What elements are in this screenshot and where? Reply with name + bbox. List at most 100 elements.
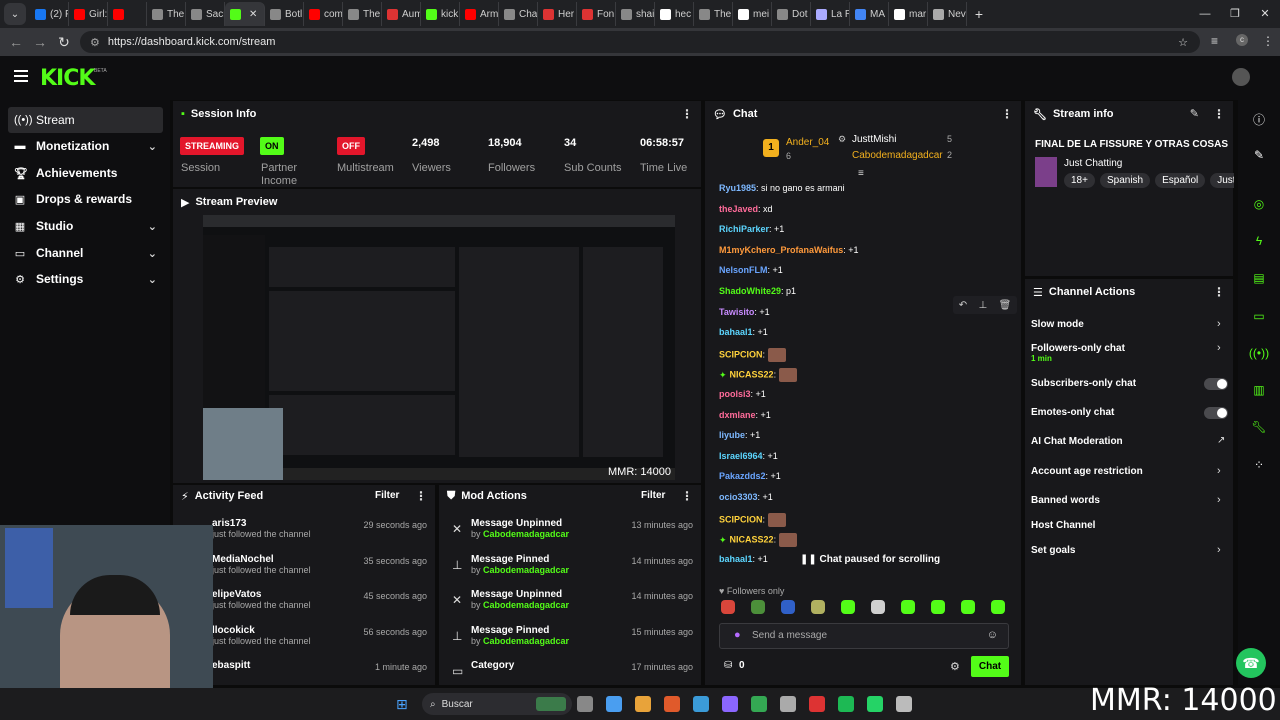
chat-message[interactable]: ocio3303: +1	[719, 492, 773, 502]
browser-tab[interactable]: La R	[811, 2, 850, 26]
chat-username[interactable]: ShadoWhite29	[719, 286, 781, 296]
chat-username[interactable]: Ryu1985	[719, 183, 756, 193]
chat-username[interactable]: theJaved	[719, 204, 758, 214]
chat-message[interactable]: liyube: +1	[719, 430, 760, 440]
chat-message-input[interactable]: ● Send a message ☺	[719, 623, 1009, 649]
channel-action-item[interactable]: Host Channel	[1031, 520, 1095, 531]
channel-action-item[interactable]: Subscribers-only chat	[1031, 378, 1136, 389]
kick-logo[interactable]: KICK	[40, 66, 95, 91]
channel-action-item[interactable]: Banned words	[1031, 495, 1100, 506]
chat-paused-notice[interactable]: ❚❚ Chat paused for scrolling	[800, 554, 940, 565]
chat-message[interactable]: ✦ NICASS22:	[719, 533, 798, 548]
forward-button[interactable]: →	[28, 34, 52, 50]
browser-tab[interactable]: ✕	[225, 2, 265, 26]
browser-tab[interactable]: Dot	[772, 2, 811, 26]
mod-user[interactable]: Cabodemadagadcar	[483, 565, 569, 575]
chat-username[interactable]: dxmlane	[719, 410, 756, 420]
edit-icon[interactable]: ✎	[1190, 107, 1199, 120]
chevron-right-icon[interactable]: ›	[1217, 318, 1221, 330]
leader-name[interactable]: JusttMishi	[852, 134, 896, 145]
chat-message[interactable]: SCIPCION:	[719, 512, 787, 527]
mic-icon[interactable]: ●	[734, 629, 741, 641]
maximize-button[interactable]: ❐	[1220, 0, 1250, 28]
more-options-icon[interactable]: ⋮	[1213, 285, 1225, 299]
browser-tab[interactable]: Arm	[460, 2, 499, 26]
browser-tab[interactable]: The	[343, 2, 382, 26]
browser-tab[interactable]: com	[304, 2, 343, 26]
chat-message[interactable]: SCIPCION:	[719, 347, 787, 362]
chat-username[interactable]: NelsonFLM	[719, 265, 768, 275]
reply-icon[interactable]: ↶	[959, 300, 967, 311]
activity-item[interactable]: elipeVatos just followed the channel 45 se…	[212, 589, 427, 619]
activity-filter-button[interactable]: Filter	[375, 490, 399, 501]
emote-picker-item[interactable]	[871, 600, 885, 614]
chat-username[interactable]: SCIPCION	[719, 514, 763, 524]
layout-icon[interactable]: ▥	[1250, 381, 1268, 399]
mod-user[interactable]: Cabodemadagadcar	[483, 636, 569, 646]
leader-name[interactable]: Cabodemadagadcar	[852, 150, 943, 161]
channel-action-item[interactable]: Slow mode	[1031, 319, 1084, 330]
chat-username[interactable]: poolsi3	[719, 389, 751, 399]
chevron-right-icon[interactable]: ›	[1217, 544, 1221, 556]
channel-action-item[interactable]: Account age restriction	[1031, 466, 1143, 477]
browser-tab[interactable]: shai	[616, 2, 655, 26]
taskbar-app-icon[interactable]	[722, 696, 738, 712]
activity-item[interactable]: MediaNochel just followed the channel 35 s…	[212, 554, 427, 584]
windows-start-icon[interactable]: ⊞	[396, 696, 408, 713]
chat-username[interactable]: RichiParker	[719, 224, 769, 234]
browser-tab[interactable]: mar	[889, 2, 928, 26]
target-icon[interactable]: ◎	[1250, 195, 1268, 213]
emote-picker-item[interactable]	[811, 600, 825, 614]
support-bubble-icon[interactable]: ☎	[1236, 648, 1266, 678]
clipboard-icon[interactable]: ▤	[1250, 269, 1268, 287]
chat-username[interactable]: bahaal1	[719, 554, 753, 564]
sidebar-item-studio[interactable]: ▦ Studio ⌄	[8, 213, 163, 239]
chevron-right-icon[interactable]: ›	[1217, 342, 1221, 354]
chat-message[interactable]: Tawisito: +1	[719, 307, 770, 317]
category-thumbnail[interactable]	[1035, 157, 1057, 187]
taskbar-app-icon[interactable]	[780, 696, 796, 712]
new-tab-button[interactable]: +	[967, 6, 991, 22]
url-input[interactable]: ⚙ https://dashboard.kick.com/stream ☆	[80, 31, 1200, 53]
sidebar-item-drops[interactable]: ▣ Drops & rewards	[8, 186, 163, 212]
browser-tab[interactable]: Cha	[499, 2, 538, 26]
more-options-icon[interactable]: ⋮	[1213, 107, 1225, 121]
chat-message[interactable]: NelsonFLM: +1	[719, 265, 783, 275]
bookmark-star-icon[interactable]: ☆	[1178, 36, 1188, 49]
taskbar-app-icon[interactable]	[751, 696, 767, 712]
browser-tab[interactable]: Botl	[265, 2, 304, 26]
toggle-switch[interactable]	[1204, 407, 1228, 419]
stream-tag[interactable]: Justo	[1210, 173, 1234, 188]
chat-message[interactable]: bahaal1: +1	[719, 554, 768, 564]
chat-message[interactable]: M1myKchero_ProfanaWaifus: +1	[719, 245, 858, 255]
browser-tab[interactable]: kick	[421, 2, 460, 26]
site-info-icon[interactable]: ⚙	[90, 36, 100, 49]
stream-tag[interactable]: Spanish	[1099, 173, 1151, 188]
sidebar-item-monetization[interactable]: ▬ Monetization ⌄	[8, 133, 163, 159]
chat-username[interactable]: ocio3303	[719, 492, 758, 502]
browser-tab[interactable]: (2) F	[30, 2, 69, 26]
browser-tab[interactable]: The	[694, 2, 733, 26]
expand-icon[interactable]: ≡	[858, 168, 864, 179]
close-tab-icon[interactable]: ✕	[249, 9, 257, 20]
reload-button[interactable]: ↻	[52, 34, 76, 51]
stream-tag[interactable]: 18+	[1064, 173, 1095, 188]
emote-picker-item[interactable]	[721, 600, 735, 614]
menu-icon[interactable]	[14, 70, 28, 82]
browser-tab[interactable]: Her	[538, 2, 577, 26]
chat-username[interactable]: M1myKchero_ProfanaWaifus	[719, 245, 843, 255]
chat-username[interactable]: Pakazdds2	[719, 471, 766, 481]
mod-action-item[interactable]: Category 17 minutes ago	[471, 660, 693, 690]
channel-action-item[interactable]: AI Chat Moderation	[1031, 436, 1123, 447]
mod-action-item[interactable]: Message Unpinned by Cabodemadagadcar 14 mi…	[471, 589, 693, 619]
emote-picker-item[interactable]	[751, 600, 765, 614]
taskbar-app-icon[interactable]	[635, 696, 651, 712]
category-name[interactable]: Just Chatting	[1064, 158, 1122, 169]
mod-filter-button[interactable]: Filter	[641, 490, 665, 501]
chat-message[interactable]: RichiParker: +1	[719, 224, 784, 234]
chevron-right-icon[interactable]: ›	[1217, 465, 1221, 477]
media-icon[interactable]: ≡	[1211, 34, 1218, 48]
chat-username[interactable]: bahaal1	[719, 327, 753, 337]
chat-icon[interactable]: ▭	[1250, 307, 1268, 325]
broadcast-icon[interactable]: ((•))	[1249, 344, 1269, 362]
